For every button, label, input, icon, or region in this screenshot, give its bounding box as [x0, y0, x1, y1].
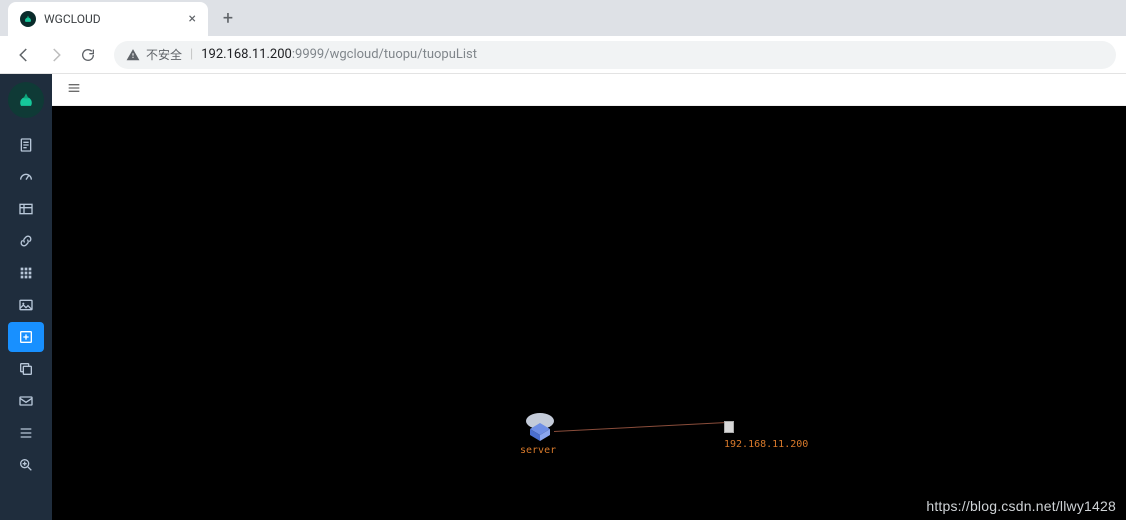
browser-tab[interactable]: WGCLOUD ×	[8, 2, 208, 36]
topology-host-node[interactable]: 192.168.11.200	[724, 416, 808, 450]
new-tab-button[interactable]: +	[214, 4, 242, 32]
link-icon	[18, 233, 34, 249]
grid-icon	[18, 265, 34, 281]
server-cloud-icon	[520, 411, 556, 441]
tab-favicon	[20, 11, 36, 27]
image-icon	[18, 297, 34, 313]
host-node-label: 192.168.11.200	[724, 439, 808, 450]
tab-strip: WGCLOUD × +	[0, 0, 1126, 36]
search-plus-icon	[18, 457, 34, 473]
url-text: 192.168.11.200:9999/wgcloud/tuopu/tuopuL…	[201, 47, 477, 62]
app-container: server 192.168.11.200 https://blog.csdn.…	[0, 74, 1126, 520]
menu-toggle-icon[interactable]	[66, 80, 82, 100]
forward-button[interactable]	[42, 41, 70, 69]
url-separator: |	[190, 47, 193, 62]
url-host: 192.168.11.200	[201, 47, 292, 62]
topology-canvas[interactable]: server 192.168.11.200 https://blog.csdn.…	[52, 106, 1126, 520]
browser-chrome: WGCLOUD × + 不安全 | 192.168.11.200:9999/wg…	[0, 0, 1126, 74]
reload-button[interactable]	[74, 41, 102, 69]
close-icon[interactable]: ×	[189, 11, 196, 27]
nav-search[interactable]	[8, 450, 44, 480]
doc-icon	[18, 137, 34, 153]
security-warning-icon: 不安全	[126, 46, 182, 63]
mail-icon	[18, 393, 34, 409]
app-logo[interactable]	[8, 82, 44, 118]
nav-list[interactable]	[8, 418, 44, 448]
topology-edge	[554, 422, 734, 432]
sidebar	[0, 74, 52, 520]
table-icon	[18, 201, 34, 217]
nav-doc[interactable]	[8, 130, 44, 160]
nav-link[interactable]	[8, 226, 44, 256]
nav-grid[interactable]	[8, 258, 44, 288]
host-icon	[724, 421, 734, 433]
topbar	[52, 74, 1126, 106]
tab-title: WGCLOUD	[44, 12, 181, 26]
back-button[interactable]	[10, 41, 38, 69]
nav-topology[interactable]	[8, 322, 44, 352]
security-label: 不安全	[146, 46, 182, 63]
copy-icon	[18, 361, 34, 377]
server-node-label: server	[520, 445, 556, 456]
browser-toolbar: 不安全 | 192.168.11.200:9999/wgcloud/tuopu/…	[0, 36, 1126, 74]
url-path: :9999/wgcloud/tuopu/tuopuList	[292, 47, 477, 62]
address-bar[interactable]: 不安全 | 192.168.11.200:9999/wgcloud/tuopu/…	[114, 41, 1116, 69]
nav-image[interactable]	[8, 290, 44, 320]
list-icon	[18, 425, 34, 441]
main-area: server 192.168.11.200 https://blog.csdn.…	[52, 74, 1126, 520]
gauge-icon	[18, 169, 34, 185]
nav-copy[interactable]	[8, 354, 44, 384]
plus-box-icon	[18, 329, 34, 345]
nav-dashboard[interactable]	[8, 162, 44, 192]
nav-mail[interactable]	[8, 386, 44, 416]
nav-table[interactable]	[8, 194, 44, 224]
watermark: https://blog.csdn.net/llwy1428	[926, 498, 1116, 514]
topology-server-node[interactable]: server	[520, 411, 556, 456]
